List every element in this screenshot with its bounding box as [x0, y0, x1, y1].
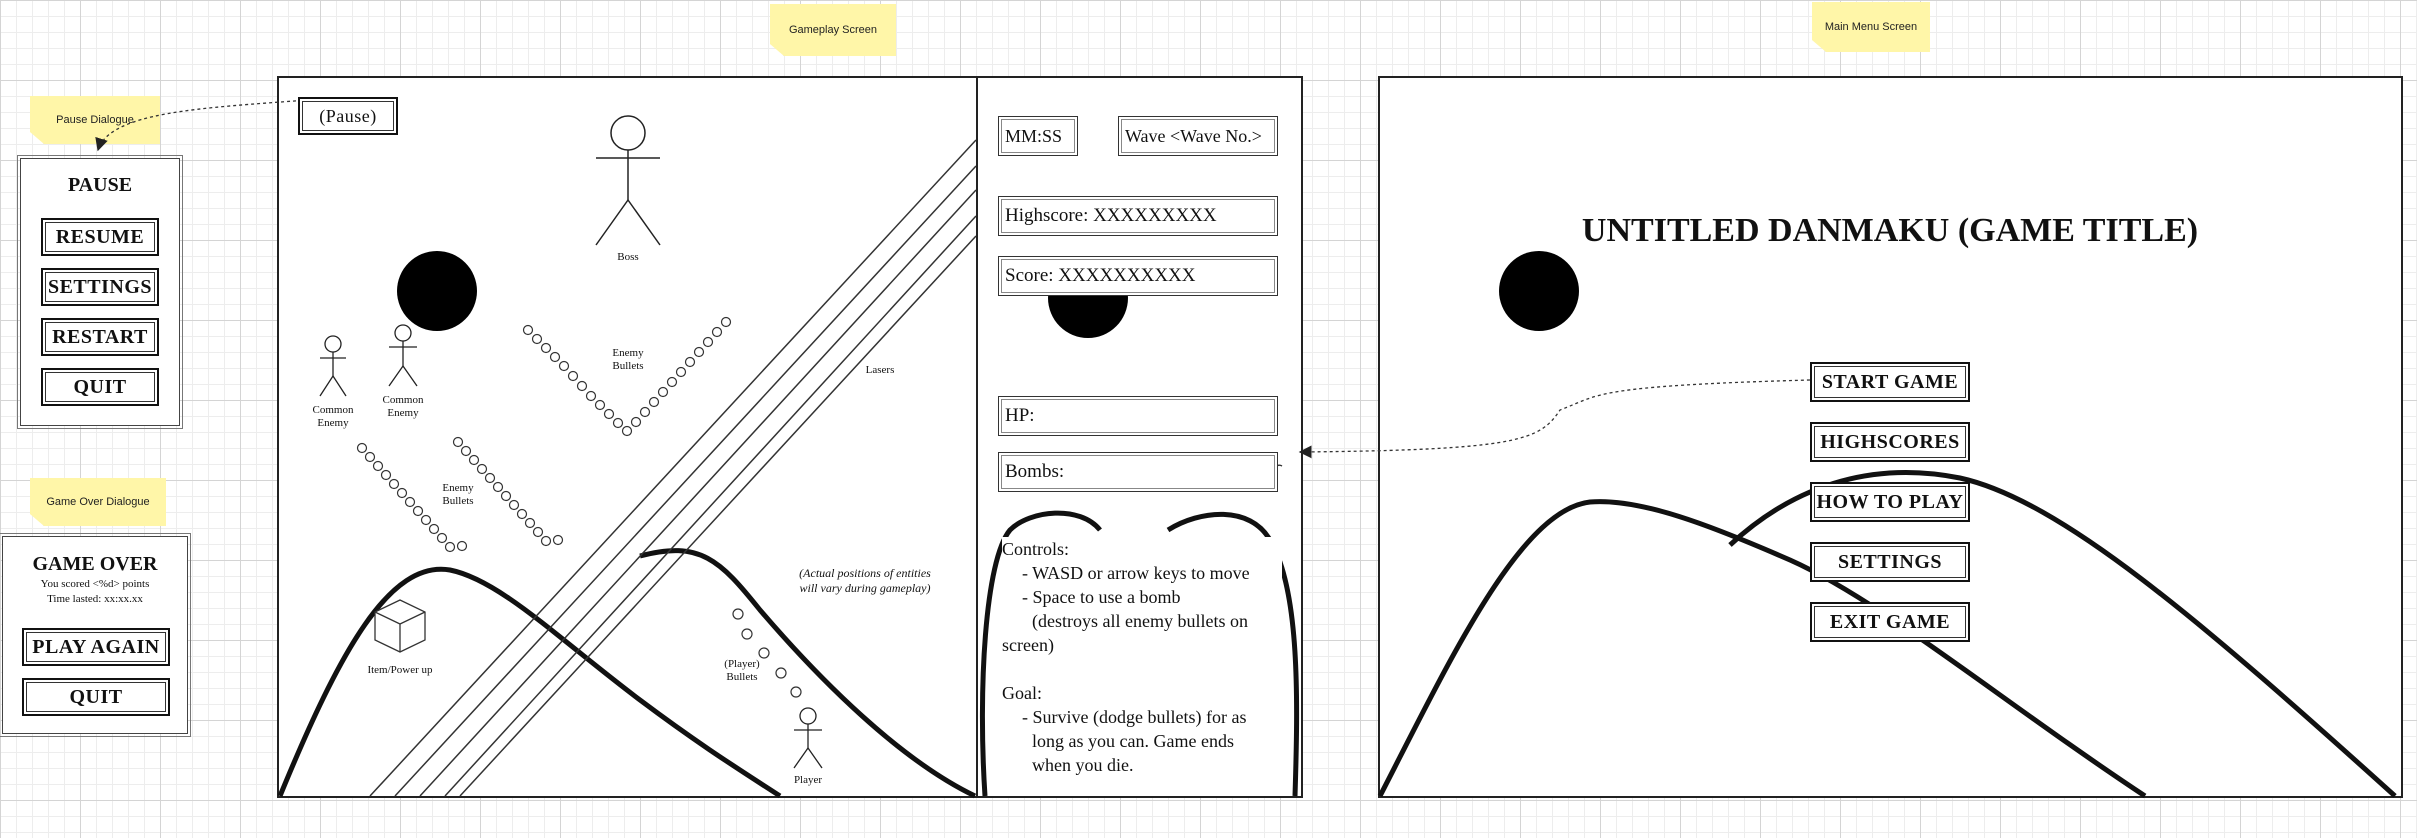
start-game-link-arrow [1298, 379, 1811, 459]
controls-line: - Space to use a bomb [1022, 587, 1181, 607]
pause-button[interactable]: (Pause) [298, 97, 398, 135]
menu-orb [1499, 251, 1579, 331]
common-enemy-label-2-text: Common Enemy [382, 394, 424, 419]
hp-display: HP: [998, 396, 1278, 436]
enemy-bullets-label-top-text: Enemy Bullets [612, 347, 644, 372]
disclaimer-label-text: (Actual positions of entities will vary … [799, 566, 931, 595]
common-enemy-label-1-text: Common Enemy [312, 404, 354, 429]
highscores-button[interactable]: HIGHSCORES [1810, 422, 1970, 462]
enemy-bullets-v [522, 316, 732, 437]
enemy-orb [397, 251, 477, 331]
lasers [369, 139, 977, 797]
enemy-bullets-label-top: Enemy Bullets [598, 347, 658, 373]
menu-hill-shape [1377, 499, 2147, 799]
bombs-label: Bombs: [1005, 461, 1065, 482]
common-enemy-label-2: Common Enemy [373, 394, 433, 420]
goal-line: long as you can. Game ends [1032, 731, 1234, 751]
how-to-play-button[interactable]: HOW TO PLAY [1810, 482, 1970, 522]
goal-line: when you die. [1032, 755, 1134, 775]
controls-line: - WASD or arrow keys to move [1022, 563, 1250, 583]
player-label: Player [793, 774, 823, 786]
timer-display: MM:SS [998, 116, 1078, 156]
hill-shape [277, 566, 782, 799]
pause-link-arrow [95, 99, 309, 152]
bombs-display: Bombs: [998, 452, 1278, 492]
common-enemy-label-1: Common Enemy [303, 404, 363, 430]
menu-settings-button[interactable]: SETTINGS [1810, 542, 1970, 582]
goal-title: Goal: [1002, 683, 1042, 703]
exit-game-button[interactable]: EXIT GAME [1810, 602, 1970, 642]
controls-text: Controls: - WASD or arrow keys to move -… [1002, 537, 1282, 777]
hp-label: HP: [1005, 405, 1035, 426]
game-title: UNTITLED DANMAKU (GAME TITLE) [1581, 212, 2199, 249]
player-bullets-label: (Player) Bullets [712, 658, 772, 684]
lasers-label: Lasers [865, 364, 895, 376]
common-enemy-2 [388, 324, 418, 387]
enemy-bullets-label-left-text: Enemy Bullets [442, 482, 474, 507]
player-bullets-label-text: (Player) Bullets [724, 658, 760, 683]
disclaimer-label: (Actual positions of entities will vary … [770, 566, 960, 596]
controls-line: screen) [1002, 635, 1054, 655]
boss-figure [595, 115, 661, 246]
player-figure [793, 707, 823, 769]
start-game-button[interactable]: START GAME [1810, 362, 1970, 402]
controls-title: Controls: [1002, 539, 1070, 559]
controls-line: (destroys all enemy bullets on [1032, 611, 1248, 631]
highscore-display: Highscore: XXXXXXXXX [998, 196, 1278, 236]
wave-display: Wave <Wave No.> [1118, 116, 1278, 156]
enemy-bullets-label-left: Enemy Bullets [428, 482, 488, 508]
goal-line: - Survive (dodge bullets) for as [1022, 707, 1247, 727]
item-cube [374, 599, 426, 653]
common-enemy-1 [319, 335, 347, 397]
score-display: Score: XXXXXXXXXX [998, 256, 1278, 296]
item-label: Item/Power up [367, 664, 433, 676]
boss-label: Boss [617, 251, 639, 263]
